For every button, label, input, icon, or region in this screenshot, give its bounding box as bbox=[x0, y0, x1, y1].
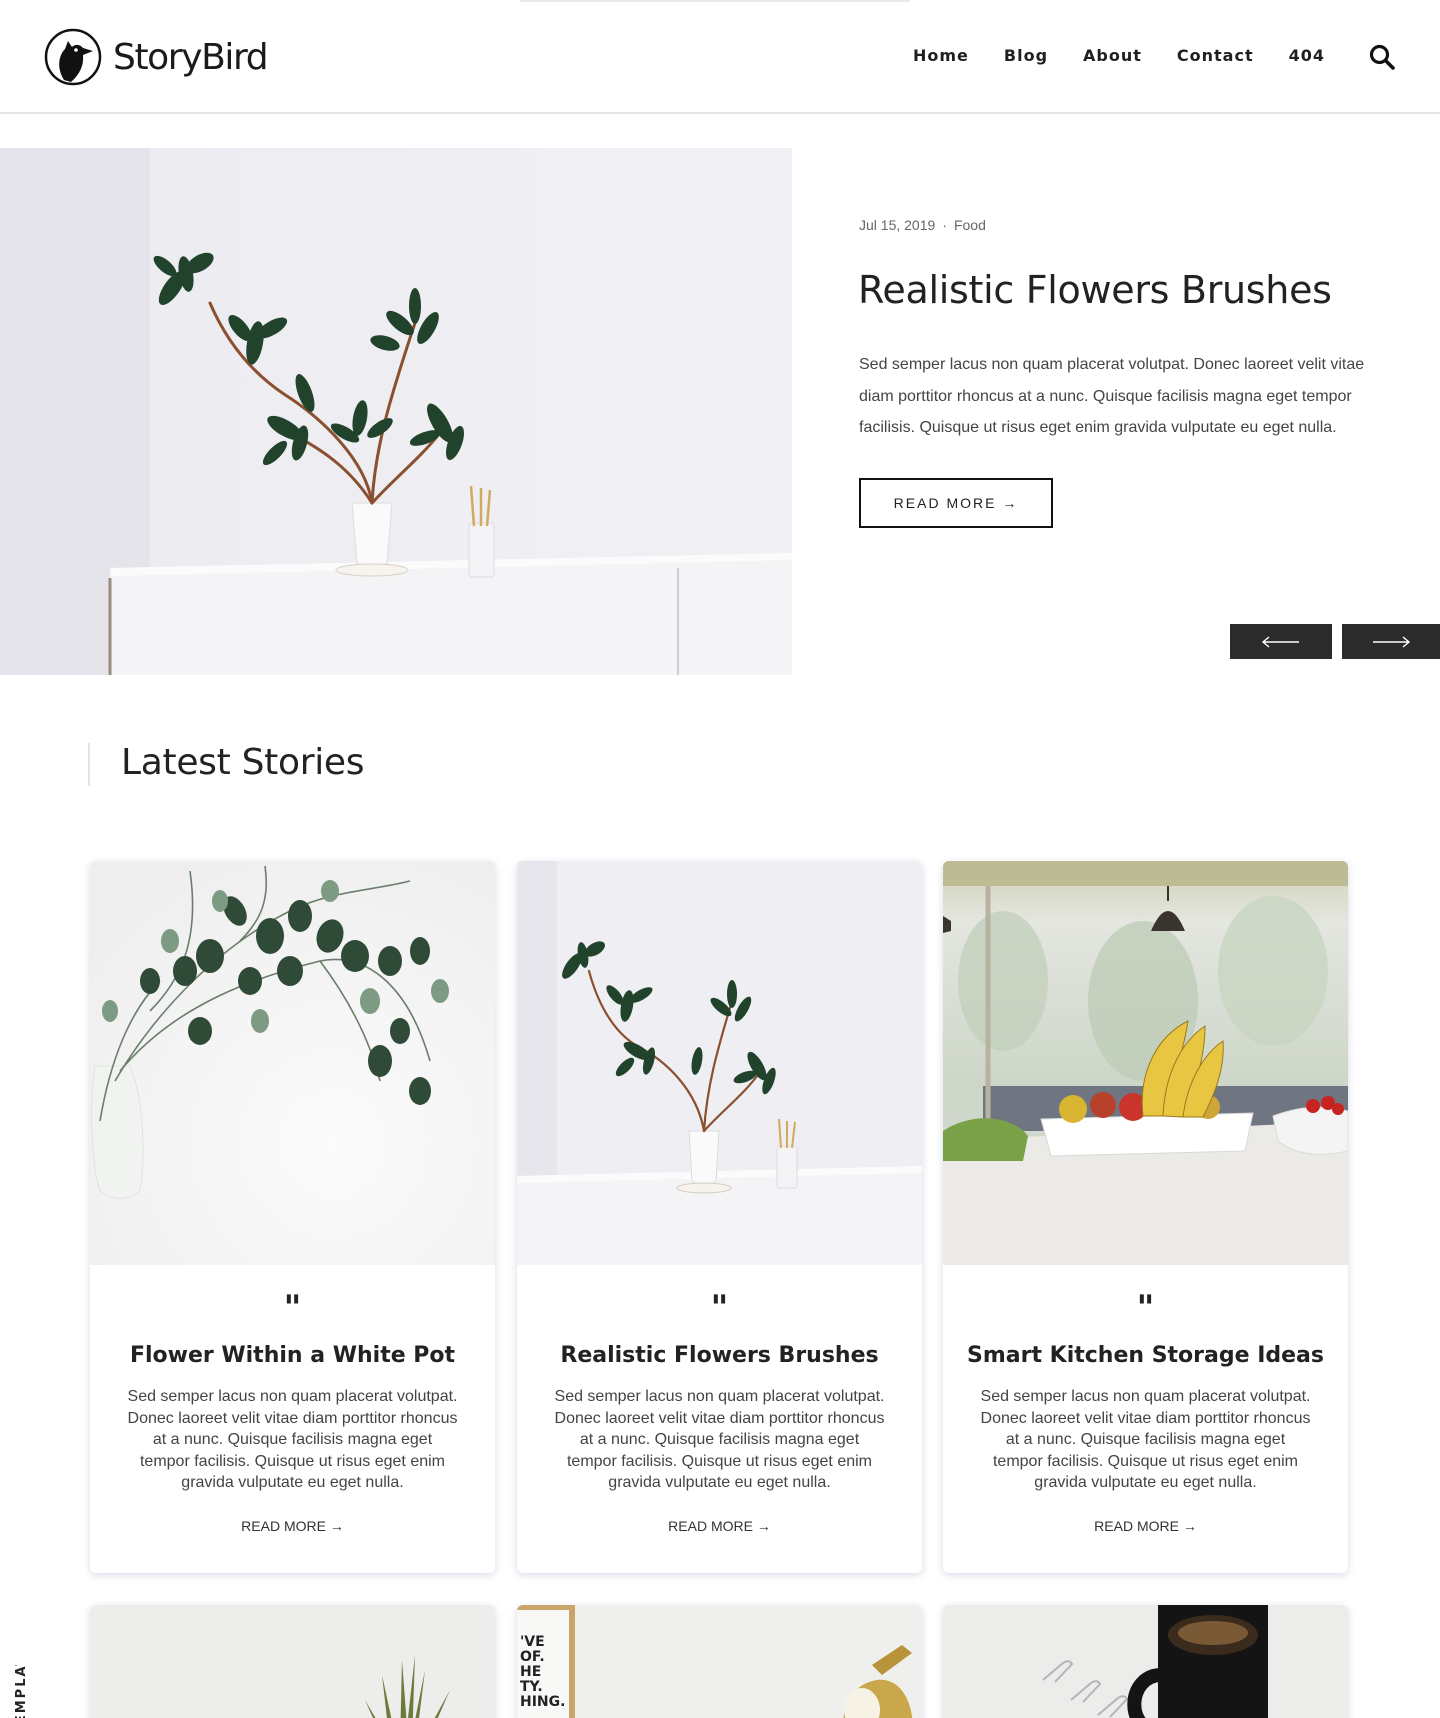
story-card-image bbox=[943, 1605, 1348, 1718]
poster-text: 'VE OF. HE TY. HING. bbox=[520, 1634, 566, 1710]
nav-404[interactable]: 404 bbox=[1289, 46, 1325, 65]
story-card-excerpt: Sed semper lacus non quam placerat volut… bbox=[554, 1388, 885, 1491]
story-card-read-more[interactable]: READ MORE → bbox=[943, 1518, 1348, 1534]
nav-contact[interactable]: Contact bbox=[1177, 46, 1254, 65]
story-card[interactable]: " Smart Kitchen Storage Ideas Sed semper… bbox=[943, 861, 1348, 1573]
story-card-image bbox=[90, 861, 495, 1265]
bird-logo-icon bbox=[44, 28, 102, 86]
story-card-read-more[interactable]: READ MORE → bbox=[517, 1518, 922, 1534]
slider-prev-button[interactable] bbox=[1230, 624, 1332, 659]
quote-icon: " bbox=[1136, 1288, 1155, 1328]
hero-title[interactable]: Realistic Flowers Brushes bbox=[858, 268, 1332, 312]
story-card[interactable]: " Realistic Flowers Brushes Sed semper l… bbox=[517, 861, 922, 1573]
slider-next-button[interactable] bbox=[1342, 624, 1440, 659]
story-card-read-more[interactable]: READ MORE → bbox=[90, 1518, 495, 1534]
story-card-image bbox=[517, 1605, 922, 1718]
side-label-text: TEMPLATE bbox=[14, 1665, 29, 1718]
story-card-excerpt: Sed semper lacus non quam placerat volut… bbox=[127, 1388, 458, 1491]
story-card-excerpt: Sed semper lacus non quam placerat volut… bbox=[980, 1388, 1311, 1491]
section-title: Latest Stories bbox=[121, 742, 365, 783]
story-card[interactable]: " Flower Within a White Pot Sed semper l… bbox=[90, 861, 495, 1573]
hero-excerpt: Sed semper lacus non quam placerat volut… bbox=[859, 356, 1365, 436]
story-card-image bbox=[943, 861, 1348, 1265]
quote-icon: " bbox=[710, 1288, 729, 1328]
story-card-title[interactable]: Smart Kitchen Storage Ideas bbox=[943, 1343, 1348, 1368]
story-card-title[interactable]: Flower Within a White Pot bbox=[90, 1343, 495, 1368]
side-template-label: TEMPLATE bbox=[14, 1665, 30, 1718]
story-card[interactable]: 'VE OF. HE TY. HING. bbox=[517, 1605, 922, 1718]
latest-stories-heading: Latest Stories bbox=[88, 742, 365, 786]
brand-logo[interactable]: StoryBird bbox=[43, 27, 269, 87]
hero-date: Jul 15, 2019 bbox=[859, 217, 936, 233]
nav-about[interactable]: About bbox=[1083, 46, 1142, 65]
hero-read-more-button[interactable]: READ MORE → bbox=[859, 478, 1053, 528]
story-card-image bbox=[90, 1605, 495, 1718]
meta-separator: · bbox=[942, 217, 947, 233]
search-icon[interactable] bbox=[1368, 43, 1396, 71]
nav-home[interactable]: Home bbox=[913, 46, 969, 65]
hero-image bbox=[0, 148, 792, 675]
nav-blog[interactable]: Blog bbox=[1004, 46, 1048, 65]
hero-meta: Jul 15, 2019 · Food bbox=[859, 217, 986, 233]
arrow-left-icon bbox=[1261, 635, 1299, 648]
story-card[interactable] bbox=[943, 1605, 1348, 1718]
arrow-right-icon bbox=[1373, 635, 1411, 648]
main-nav: Home Blog About Contact 404 bbox=[913, 46, 1325, 65]
brand-name: StoryBird bbox=[113, 36, 269, 78]
story-card[interactable] bbox=[90, 1605, 495, 1718]
story-card-title[interactable]: Realistic Flowers Brushes bbox=[517, 1343, 922, 1368]
hero-category[interactable]: Food bbox=[954, 217, 986, 233]
quote-icon: " bbox=[283, 1288, 302, 1328]
site-header: StoryBird Home Blog About Contact 404 bbox=[0, 0, 1440, 114]
story-card-image bbox=[517, 861, 922, 1265]
